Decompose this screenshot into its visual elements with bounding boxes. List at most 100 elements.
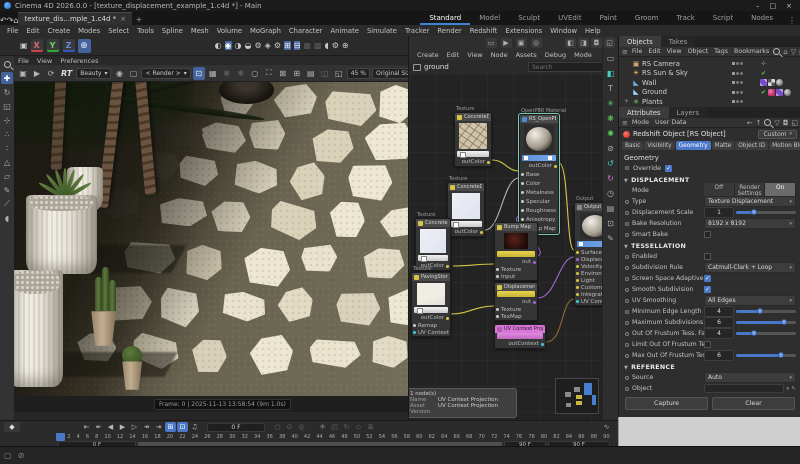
menu-file[interactable]: File xyxy=(629,48,646,55)
menu-character[interactable]: Character xyxy=(285,27,327,35)
move-icon[interactable]: ✚ xyxy=(1,72,13,84)
slider-knob[interactable] xyxy=(781,319,787,325)
start-ipr-icon[interactable]: ▶ xyxy=(31,67,43,80)
node-texture-concrete4[interactable]: Texture ConcreteDIRT4_BK.PN... outColor xyxy=(454,112,492,167)
object-row-plants[interactable]: +✳Plants xyxy=(619,97,800,107)
menu-tracker[interactable]: Tracker xyxy=(401,27,434,35)
anim-dot-icon[interactable] xyxy=(625,200,629,204)
menu-mograph[interactable]: MoGraph xyxy=(246,27,285,35)
anim-dot-icon[interactable] xyxy=(625,343,629,347)
port-dot-icon[interactable] xyxy=(576,265,579,268)
port-dot-icon[interactable] xyxy=(576,251,579,254)
expand-icon[interactable]: ⛶ xyxy=(263,67,275,80)
compare-ab-icon[interactable]: ◫ xyxy=(319,67,331,80)
sync-teal-icon[interactable]: ↺ xyxy=(605,157,617,169)
undo-icon[interactable]: ↶ xyxy=(0,16,7,25)
checkbox-smart-bake[interactable] xyxy=(704,231,711,238)
faded-tool-icon[interactable]: ▦ xyxy=(303,41,311,50)
attr-tab-geometry[interactable]: Geometry xyxy=(676,141,711,150)
anim-dot-icon[interactable] xyxy=(625,321,629,325)
node-minimap[interactable] xyxy=(555,378,599,414)
node-texture-pavingstone[interactable]: Texture PavingStoneVB_BK.PN... outColor … xyxy=(411,272,451,337)
workspace-tab-sculpt[interactable]: Sculpt xyxy=(509,11,549,25)
denoise-b-icon[interactable]: ✻ xyxy=(235,67,247,80)
play-preview-icon[interactable]: ▶ xyxy=(501,38,512,48)
workspace-tab-paint[interactable]: Paint xyxy=(591,11,626,25)
crop-icon[interactable]: ▢ xyxy=(127,67,139,80)
port-roughness[interactable]: Roughness xyxy=(520,206,558,215)
snap-polygon-icon[interactable]: △ xyxy=(1,156,13,168)
port-velocity[interactable]: Velocity xyxy=(575,263,603,270)
text-tool-icon[interactable]: T xyxy=(605,82,617,94)
float-window-icon[interactable]: ▭ xyxy=(486,38,497,48)
previous-frame-icon[interactable]: ◀ xyxy=(105,422,116,432)
home-icon[interactable]: ⌂ xyxy=(783,48,787,56)
slider-out-of-frustum-tess-factor[interactable] xyxy=(736,332,796,335)
menu-node[interactable]: Node xyxy=(487,51,512,59)
rendered-image[interactable] xyxy=(14,82,408,396)
port-dot-icon[interactable] xyxy=(576,279,579,282)
port-dot-icon[interactable] xyxy=(521,191,524,194)
node-gradient-bar[interactable] xyxy=(522,155,556,161)
tab-takes[interactable]: Takes xyxy=(661,36,696,47)
menu-tools[interactable]: Tools xyxy=(133,27,158,35)
workspace-tab-standard[interactable]: Standard xyxy=(420,11,470,25)
dock-right-icon[interactable]: ◨ xyxy=(578,38,589,48)
object-tags[interactable]: ⊹ xyxy=(760,60,800,67)
snapshot-add-icon[interactable]: ⊞ xyxy=(291,67,303,80)
menu-file[interactable]: File xyxy=(18,57,29,65)
menu-file[interactable]: File xyxy=(3,27,22,35)
slider-minimum-edge-length[interactable] xyxy=(736,310,796,313)
anim-dot-icon[interactable] xyxy=(625,255,629,259)
tessellation-section-header[interactable]: ▼TESSELLATION xyxy=(619,240,800,251)
port-base[interactable]: Base xyxy=(520,170,558,179)
previous-key-icon[interactable]: ↞ xyxy=(93,422,104,432)
record-point-level-icon[interactable]: ≣ xyxy=(365,422,376,432)
port-remap[interactable]: Remap xyxy=(412,322,450,329)
snap-grid-icon[interactable]: ⊞ xyxy=(284,41,291,50)
record-scale-icon[interactable]: ◰ xyxy=(329,422,340,432)
workspace-tab-track[interactable]: Track xyxy=(667,11,703,25)
checkbox-screen-space-adaptive[interactable]: ✓ xyxy=(704,275,711,282)
z-axis-button[interactable]: Z xyxy=(63,39,75,52)
chevron-down-icon[interactable]: ▾ xyxy=(786,386,789,392)
workspace-tab-model[interactable]: Model xyxy=(470,11,509,25)
magnet-small-icon[interactable]: ◖ xyxy=(1,212,13,224)
tab-attributes[interactable]: Attributes xyxy=(619,107,669,118)
port-uv-context[interactable]: UV Context xyxy=(575,298,603,305)
menu-mode[interactable]: Mode xyxy=(570,51,596,59)
node-enable-bar[interactable] xyxy=(497,251,535,257)
asset-node-icon[interactable]: ✳ xyxy=(605,97,617,109)
menu-window[interactable]: Window xyxy=(546,27,581,35)
menu-preferences[interactable]: Preferences xyxy=(60,57,98,65)
attr-tab-matte[interactable]: Matte xyxy=(712,141,735,150)
pin-view-icon[interactable]: ◎ xyxy=(531,38,542,48)
menu-volume[interactable]: Volume xyxy=(213,27,246,35)
port-dot-icon[interactable] xyxy=(576,293,579,296)
node-graph[interactable]: Texture ConcreteDIRT4_BK.PN... outColor … xyxy=(409,74,603,420)
menu-redshift[interactable]: Redshift xyxy=(466,27,502,35)
menu-edit[interactable]: Edit xyxy=(22,27,43,35)
document-tab[interactable]: texture_dis...mple_1.c4d * × xyxy=(18,12,132,25)
attr-tab-basic[interactable]: Basic xyxy=(622,141,643,150)
visibility-toggles[interactable] xyxy=(732,62,758,65)
current-frame-field[interactable]: 0 F xyxy=(207,423,265,432)
port-dot-icon[interactable] xyxy=(521,209,524,212)
attr-tab-motion-blur[interactable]: Motion Blur xyxy=(769,141,800,150)
model-tool-icon[interactable]: ◈ xyxy=(265,41,271,50)
anim-dot-icon[interactable] xyxy=(625,266,629,270)
menu-bookmarks[interactable]: Bookmarks xyxy=(731,48,772,55)
visibility-toggles[interactable] xyxy=(732,91,758,94)
object-row-rs-camera[interactable]: ▣RS Camera⊹ xyxy=(619,59,800,69)
uv-tag-icon[interactable] xyxy=(760,79,767,86)
port-dot-icon[interactable] xyxy=(413,324,416,327)
port-environment[interactable]: Environment xyxy=(575,270,603,277)
menu-user-data[interactable]: User Data xyxy=(652,119,689,126)
asset-flower-icon[interactable]: ❋ xyxy=(605,112,617,124)
panel-menu-icon[interactable]: ≡ xyxy=(622,119,628,127)
anim-dot-icon[interactable] xyxy=(625,299,629,303)
clear-button[interactable]: Clear xyxy=(712,397,795,410)
anim-dot-icon[interactable] xyxy=(625,310,629,314)
play-mode-icon[interactable]: ⊞ xyxy=(165,422,176,432)
node-preview-slider[interactable] xyxy=(414,307,448,313)
